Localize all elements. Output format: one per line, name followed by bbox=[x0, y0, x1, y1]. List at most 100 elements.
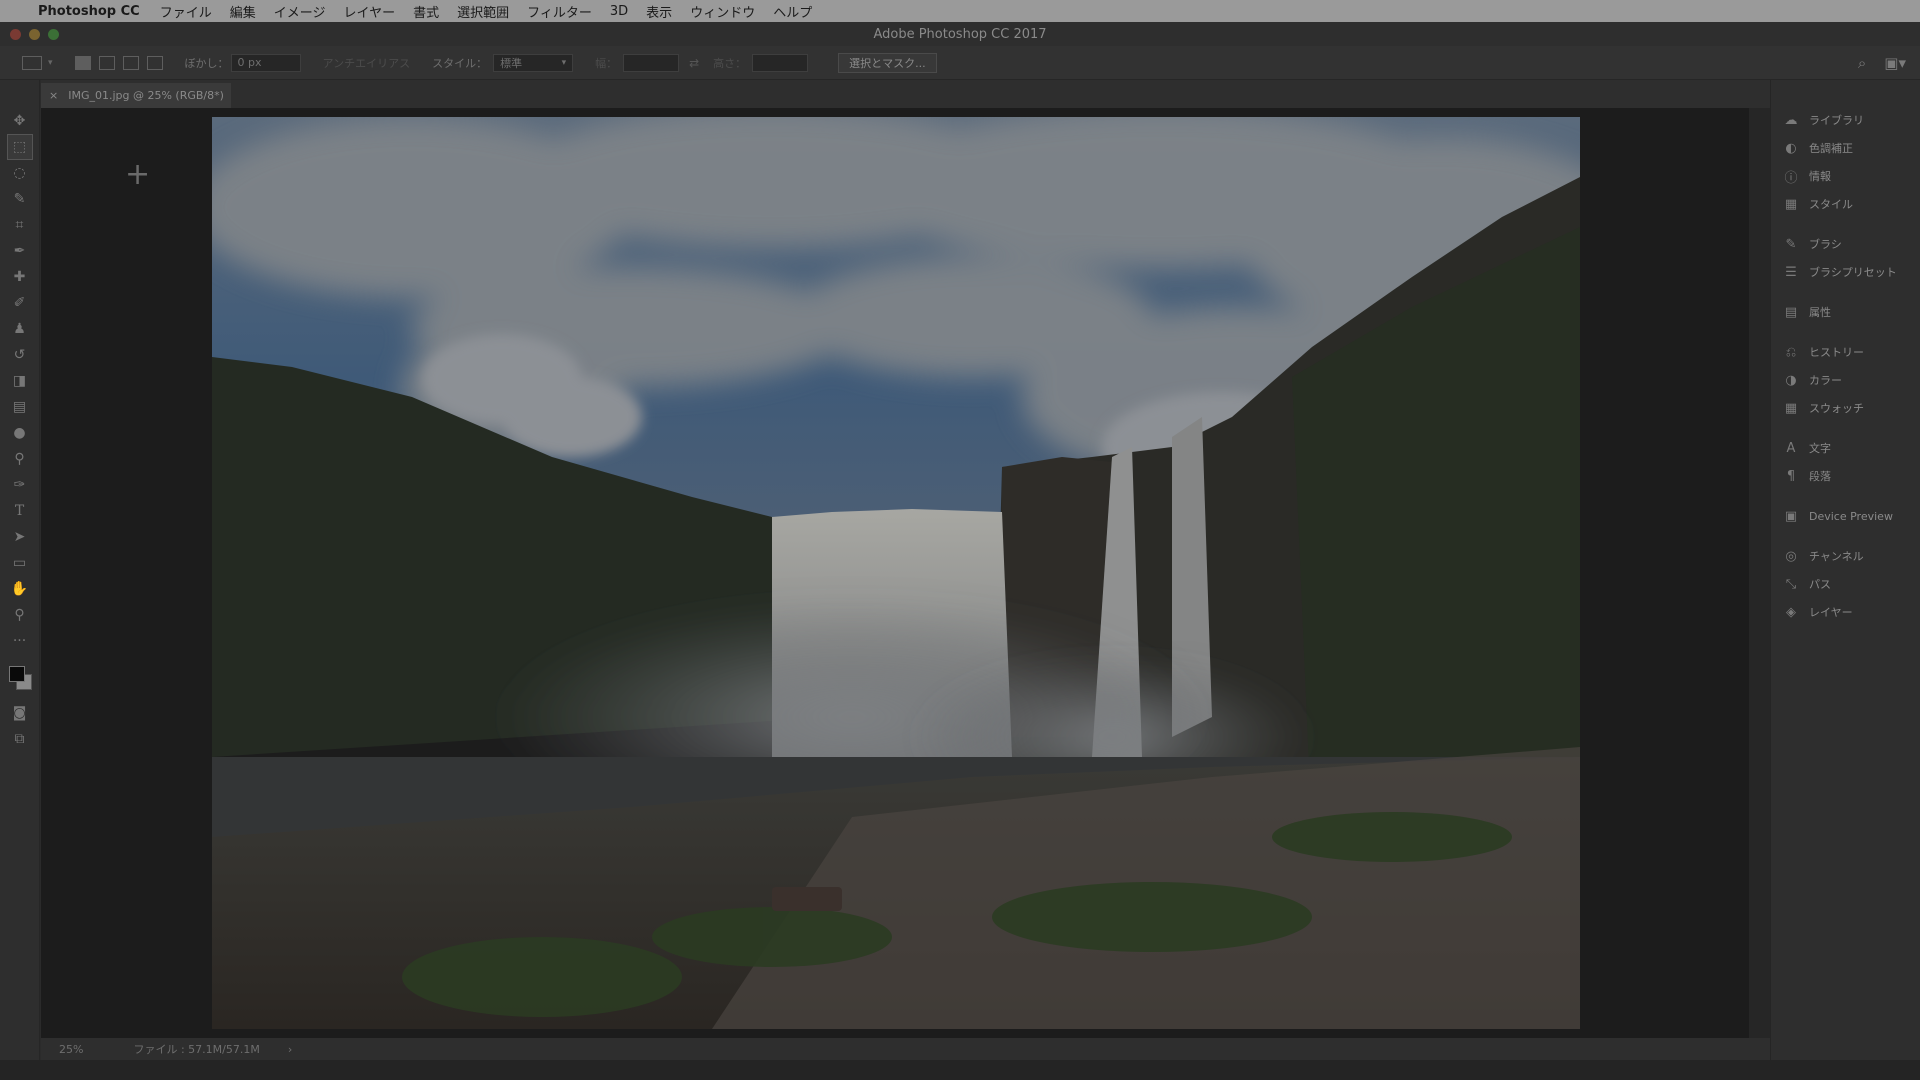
brush-presets-icon: ☰ bbox=[1785, 264, 1797, 280]
close-tab-icon[interactable]: × bbox=[49, 89, 58, 102]
panel-label: カラー bbox=[1809, 374, 1842, 387]
canvas-area[interactable]: + bbox=[41, 108, 1749, 1038]
foreground-color-swatch[interactable] bbox=[8, 666, 25, 682]
panel-label: 属性 bbox=[1809, 306, 1831, 319]
menu-select[interactable]: 選択範囲 bbox=[457, 2, 509, 21]
history-brush-tool-icon[interactable]: ↺ bbox=[7, 342, 33, 368]
panel-label: レイヤー bbox=[1809, 606, 1853, 619]
more-tools-icon[interactable]: ··· bbox=[7, 628, 33, 654]
pen-tool-icon[interactable]: ✑ bbox=[7, 472, 33, 498]
brush-tool-icon[interactable]: ✐ bbox=[7, 290, 33, 316]
subtract-selection-icon[interactable] bbox=[122, 55, 139, 70]
panel-paragraph[interactable]: ¶ 段落 bbox=[1771, 462, 1920, 490]
window-bottom-edge bbox=[0, 1060, 1920, 1080]
lasso-tool-icon[interactable]: ◌ bbox=[7, 160, 33, 186]
menu-filter[interactable]: フィルター bbox=[527, 2, 592, 21]
menu-app-name[interactable]: Photoshop CC bbox=[38, 4, 140, 19]
intersect-selection-icon[interactable] bbox=[146, 55, 163, 70]
antialias-checkbox[interactable]: アンチエイリアス bbox=[323, 55, 411, 71]
styles-icon: ▦ bbox=[1784, 196, 1798, 212]
style-select[interactable]: 標準 ▾ bbox=[493, 53, 574, 72]
panel-device-preview[interactable]: ▣ Device Preview bbox=[1771, 502, 1920, 530]
dodge-tool-icon[interactable]: ⚲ bbox=[7, 446, 33, 472]
panel-info[interactable]: ⓘ 情報 bbox=[1771, 162, 1920, 190]
zoom-tool-icon[interactable]: ⚲ bbox=[7, 602, 33, 628]
height-input[interactable] bbox=[752, 53, 809, 72]
zoom-window-button[interactable] bbox=[48, 29, 59, 40]
panel-adjustments[interactable]: ◐ 色調補正 bbox=[1771, 134, 1920, 162]
blur-tool-icon[interactable]: ● bbox=[7, 420, 33, 446]
workspace-switcher-icon[interactable]: ▣▾ bbox=[1884, 54, 1906, 72]
info-icon: ⓘ bbox=[1784, 170, 1798, 186]
eyedropper-tool-icon[interactable]: ✒ bbox=[7, 238, 33, 264]
chevron-down-icon[interactable]: ▾ bbox=[48, 58, 53, 68]
layers-icon: ◈ bbox=[1786, 604, 1796, 620]
path-select-tool-icon[interactable]: ➤ bbox=[7, 524, 33, 550]
panel-history[interactable]: ⎌ ヒストリー bbox=[1771, 338, 1920, 366]
panel-color[interactable]: ◑ カラー bbox=[1771, 366, 1920, 394]
document-image[interactable] bbox=[212, 117, 1580, 1029]
rectangle-tool-icon[interactable]: ▭ bbox=[7, 550, 33, 576]
brush-icon: ✎ bbox=[1785, 236, 1797, 252]
panel-layers[interactable]: ◈ レイヤー bbox=[1771, 598, 1920, 626]
status-menu-arrow-icon[interactable]: › bbox=[288, 1043, 292, 1056]
menu-help[interactable]: ヘルプ bbox=[773, 2, 812, 21]
panel-paths[interactable]: ⤡ パス bbox=[1771, 570, 1920, 598]
adjustments-icon: ◐ bbox=[1785, 140, 1797, 156]
quick-select-tool-icon[interactable]: ✎ bbox=[7, 186, 33, 212]
menu-edit[interactable]: 編集 bbox=[230, 2, 256, 21]
color-icon: ◑ bbox=[1785, 372, 1797, 388]
healing-brush-tool-icon[interactable]: ✚ bbox=[7, 264, 33, 290]
style-label: スタイル： bbox=[432, 56, 488, 70]
window-controls bbox=[10, 29, 59, 40]
panel-dock: ☁ ライブラリ ◐ 色調補正 ⓘ 情報 ▦ スタイル ✎ ブラシ ☰ ブラシプリ… bbox=[1770, 80, 1920, 1060]
panel-label: ブラシプリセット bbox=[1809, 266, 1897, 279]
type-tool-icon[interactable]: T bbox=[7, 498, 33, 524]
zoom-level[interactable]: 25% bbox=[59, 1043, 83, 1056]
feather-input[interactable]: 0 px bbox=[230, 53, 301, 72]
tool-preset-picker[interactable] bbox=[22, 55, 42, 70]
marquee-tool-icon[interactable]: ⬚ bbox=[6, 134, 33, 160]
select-and-mask-button[interactable]: 選択とマスク... bbox=[838, 52, 937, 73]
panel-swatches[interactable]: ▦ スウォッチ bbox=[1771, 394, 1920, 422]
swap-dimensions-icon[interactable]: ⇄ bbox=[689, 56, 699, 70]
properties-icon: ▤ bbox=[1784, 304, 1798, 320]
status-bar: 25% ファイル : 57.1M/57.1M › bbox=[41, 1038, 1770, 1060]
clone-stamp-tool-icon[interactable]: ♟ bbox=[7, 316, 33, 342]
panel-label: 文字 bbox=[1809, 442, 1831, 455]
panel-character[interactable]: A 文字 bbox=[1771, 434, 1920, 462]
document-tab-title: IMG_01.jpg @ 25% (RGB/8*) bbox=[68, 89, 224, 102]
quick-mask-icon[interactable]: ◙ bbox=[7, 700, 33, 726]
close-window-button[interactable] bbox=[10, 29, 21, 40]
menu-layer[interactable]: レイヤー bbox=[343, 2, 395, 21]
panel-label: 色調補正 bbox=[1809, 142, 1853, 155]
panel-label: Device Preview bbox=[1809, 509, 1893, 523]
panel-brush[interactable]: ✎ ブラシ bbox=[1771, 230, 1920, 258]
panel-channels[interactable]: ◎ チャンネル bbox=[1771, 542, 1920, 570]
menu-view[interactable]: 表示 bbox=[646, 2, 672, 21]
panel-brush-presets[interactable]: ☰ ブラシプリセット bbox=[1771, 258, 1920, 286]
add-selection-icon[interactable] bbox=[98, 55, 115, 70]
move-tool-icon[interactable]: ✥ bbox=[7, 108, 33, 134]
window-title: Adobe Photoshop CC 2017 bbox=[873, 26, 1047, 42]
menu-3d[interactable]: 3D bbox=[610, 4, 628, 19]
minimize-window-button[interactable] bbox=[29, 29, 40, 40]
panel-styles[interactable]: ▦ スタイル bbox=[1771, 190, 1920, 218]
gradient-tool-icon[interactable]: ▤ bbox=[7, 394, 33, 420]
panel-libraries[interactable]: ☁ ライブラリ bbox=[1771, 106, 1920, 134]
panel-properties[interactable]: ▤ 属性 bbox=[1771, 298, 1920, 326]
search-icon[interactable]: ⌕ bbox=[1858, 54, 1866, 72]
new-selection-icon[interactable] bbox=[74, 55, 91, 70]
style-select-value: 標準 bbox=[500, 56, 523, 70]
eraser-tool-icon[interactable]: ◨ bbox=[7, 368, 33, 394]
menu-window[interactable]: ウィンドウ bbox=[690, 2, 755, 21]
menu-type[interactable]: 書式 bbox=[413, 2, 439, 21]
crop-tool-icon[interactable]: ⌗ bbox=[7, 212, 33, 238]
hand-tool-icon[interactable]: ✋ bbox=[7, 576, 33, 602]
document-tab[interactable]: × IMG_01.jpg @ 25% (RGB/8*) bbox=[41, 83, 231, 108]
libraries-icon: ☁ bbox=[1784, 112, 1798, 128]
screen-mode-icon[interactable]: ⧉ bbox=[7, 726, 33, 752]
menu-file[interactable]: ファイル bbox=[160, 2, 212, 21]
menu-image[interactable]: イメージ bbox=[274, 2, 326, 21]
width-input[interactable] bbox=[623, 53, 680, 72]
